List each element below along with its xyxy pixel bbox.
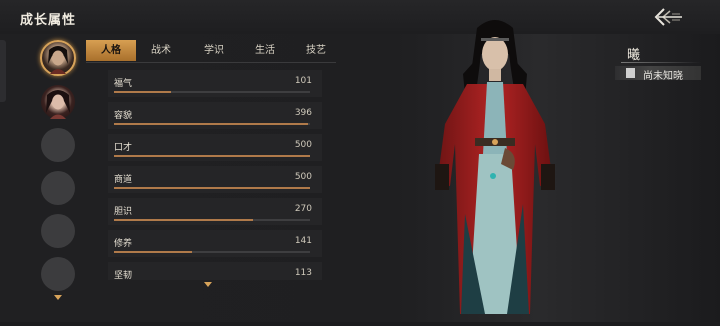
attribute-row: 口才 500 — [108, 134, 322, 161]
empty-character-slot[interactable] — [41, 128, 75, 162]
back-button[interactable] — [650, 7, 686, 27]
attribute-value: 113 — [294, 268, 312, 278]
attribute-bar-fill — [114, 219, 254, 221]
character-figure — [395, 14, 595, 322]
empty-character-slot[interactable] — [41, 257, 75, 291]
attribute-name: 商道 — [114, 175, 133, 185]
attribute-bar — [114, 219, 310, 221]
attribute-bar — [114, 123, 310, 125]
character-name: 曦 — [627, 48, 641, 63]
empty-character-slot[interactable] — [41, 214, 75, 248]
attribute-bar-fill — [114, 251, 193, 253]
character-title-badge: 尚未知晓 — [615, 66, 701, 82]
attribute-bar — [114, 187, 310, 189]
attribute-bar — [114, 251, 310, 253]
attribute-value: 101 — [294, 76, 312, 86]
empty-character-slot[interactable] — [41, 171, 75, 205]
attribute-row: 商道 500 — [108, 166, 322, 193]
attribute-bar-fill — [114, 123, 309, 125]
title-emblem-icon — [626, 68, 635, 78]
attribute-value: 141 — [294, 236, 312, 246]
male-portrait-icon — [48, 46, 68, 74]
page-title: 成长属性 — [20, 13, 77, 28]
attribute-value: 396 — [294, 108, 312, 118]
attribute-row: 福气 101 — [108, 70, 322, 97]
character-avatar-selected[interactable] — [40, 40, 76, 76]
attribute-name: 坚韧 — [114, 271, 133, 280]
attribute-name: 口才 — [114, 143, 133, 153]
attribute-bar-fill — [114, 187, 310, 189]
tab-life[interactable]: 生活 — [240, 40, 290, 61]
tab-tactics[interactable]: 战术 — [136, 40, 186, 61]
top-bar — [0, 0, 720, 34]
attribute-bar — [114, 155, 310, 157]
tab-crafts[interactable]: 技艺 — [291, 40, 341, 61]
scroll-down-chevron-icon[interactable] — [204, 282, 212, 287]
attribute-value: 500 — [294, 140, 312, 150]
character-model-icon — [435, 20, 555, 314]
scroll-down-chevron-icon[interactable] — [54, 295, 62, 300]
attribute-value: 270 — [294, 204, 312, 214]
divider — [621, 62, 701, 63]
attribute-name: 容貌 — [114, 111, 133, 121]
side-handle[interactable] — [0, 40, 6, 102]
attribute-row: 容貌 396 — [108, 102, 322, 129]
attribute-tabs: 人格 战术 学识 生活 技艺 — [86, 40, 336, 63]
attribute-list[interactable]: 福气 101 容貌 396 口才 500 商道 500 胆识 270 修养 14… — [108, 70, 322, 280]
female-portrait-icon — [46, 90, 70, 119]
attribute-bar-fill — [114, 155, 310, 157]
character-avatar[interactable] — [41, 85, 75, 119]
attribute-row: 坚韧 113 — [108, 262, 322, 280]
character-list — [38, 40, 78, 300]
character-title: 尚未知晓 — [643, 71, 683, 82]
tab-personality[interactable]: 人格 — [86, 40, 136, 61]
attribute-row: 修养 141 — [108, 230, 322, 257]
attribute-bar — [114, 91, 310, 93]
attribute-name: 修养 — [114, 239, 133, 249]
back-arrow-icon — [654, 8, 682, 26]
attribute-value: 500 — [294, 172, 312, 182]
tab-knowledge[interactable]: 学识 — [189, 40, 239, 61]
attribute-name: 胆识 — [114, 207, 133, 217]
attribute-bar-fill — [114, 91, 171, 93]
attribute-row: 胆识 270 — [108, 198, 322, 225]
attribute-name: 福气 — [114, 79, 133, 89]
